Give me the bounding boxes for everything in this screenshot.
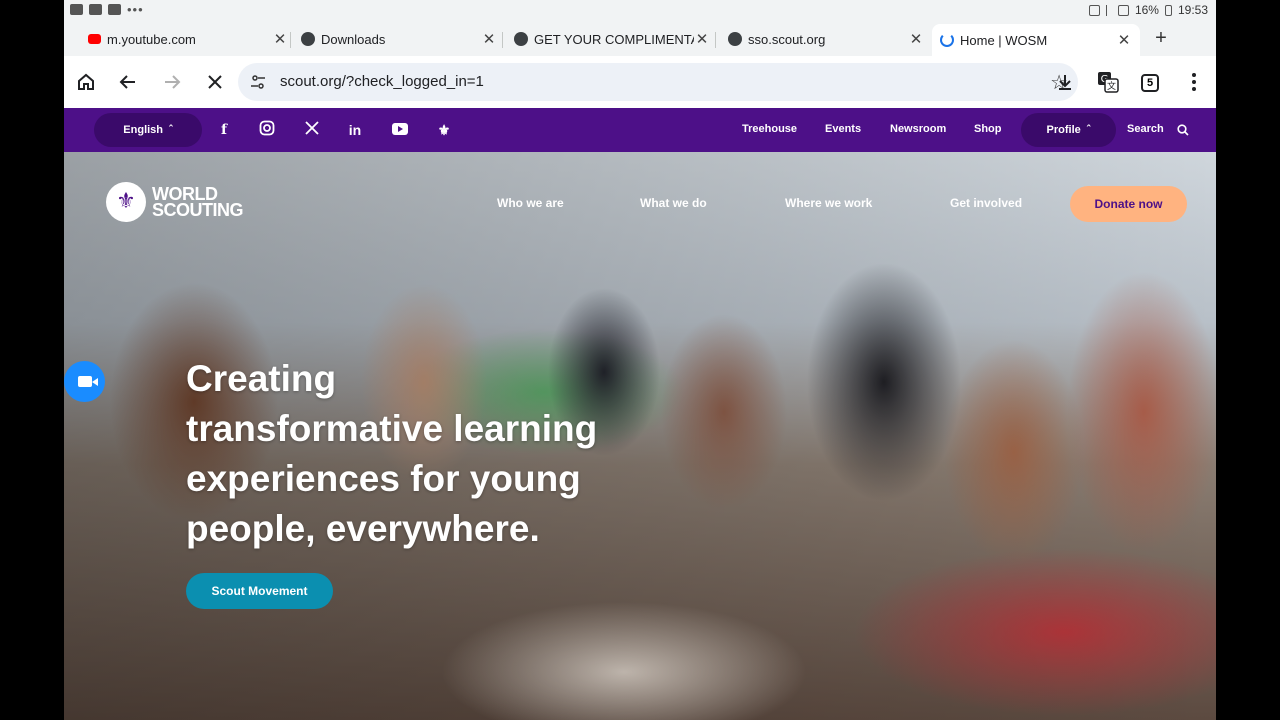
x-twitter-icon[interactable] (302, 120, 322, 140)
home-button[interactable] (74, 70, 98, 94)
translate-button[interactable]: G文 (1096, 70, 1120, 94)
facebook-icon[interactable]: f (214, 120, 234, 140)
chrome-favicon-icon (301, 32, 315, 46)
tab-strip: m.youtube.com ✕ Downloads ✕ GET YOUR COM… (64, 22, 1216, 56)
more-menu-button[interactable] (1182, 70, 1206, 94)
tab-divider (715, 32, 716, 48)
nav-who-we-are[interactable]: Who we are (497, 196, 564, 210)
close-tab-icon[interactable]: ✕ (694, 30, 710, 48)
url-text[interactable]: scout.org/?check_logged_in=1 (280, 73, 484, 90)
tab-sso[interactable]: sso.scout.org ✕ (728, 25, 924, 53)
telegram-notification-icon (89, 4, 102, 15)
back-button[interactable] (116, 70, 140, 94)
back-arrow-icon (119, 75, 135, 89)
browser-toolbar: scout.org/?check_logged_in=1 ☆ G文 5 (64, 56, 1216, 108)
address-bar[interactable]: scout.org/?check_logged_in=1 ☆ (238, 63, 1078, 101)
forward-button[interactable] (160, 70, 184, 94)
tab-title: GET YOUR COMPLIMENTAR (534, 31, 694, 47)
tab-complimentary[interactable]: GET YOUR COMPLIMENTAR ✕ (514, 25, 710, 53)
search-link[interactable]: Search (1127, 123, 1164, 135)
clock: 19:53 (1177, 3, 1208, 17)
link-events[interactable]: Events (825, 123, 861, 135)
wifi-icon (1117, 4, 1129, 16)
scout-movement-button[interactable]: Scout Movement (186, 573, 333, 609)
close-tab-icon[interactable]: ✕ (1116, 31, 1132, 49)
download-icon (1059, 75, 1071, 90)
battery-level: 16% (1134, 3, 1159, 17)
hero-section: ⚜ WORLD SCOUTING Who we are What we do W… (64, 152, 1216, 720)
home-icon (78, 73, 94, 90)
donate-button[interactable]: Donate now (1070, 186, 1187, 222)
nav-where-we-work[interactable]: Where we work (785, 196, 872, 210)
language-selector[interactable]: English ˆ (94, 113, 202, 147)
tab-title: sso.scout.org (748, 31, 826, 47)
fleur-de-lis-icon: ⚜ (106, 182, 146, 222)
search-icon[interactable] (1177, 124, 1189, 136)
close-tab-icon[interactable]: ✕ (908, 30, 924, 48)
link-treehouse[interactable]: Treehouse (742, 123, 797, 135)
download-button[interactable] (1053, 70, 1077, 94)
kebab-menu-icon (1192, 73, 1196, 91)
tab-title: Downloads (321, 31, 386, 47)
battery-icon (1164, 4, 1172, 16)
site-settings-icon[interactable] (250, 74, 266, 90)
tab-downloads[interactable]: Downloads ✕ (301, 25, 497, 53)
instagram-icon[interactable] (257, 120, 277, 140)
headline-line: experiences for young (186, 458, 581, 499)
tab-wosm-active[interactable]: Home | WOSM ✕ (932, 24, 1140, 56)
headline-line: transformative learning (186, 408, 598, 449)
device-screen: ••• 16% 19:53 m.youtube.com ✕ Downloads … (64, 0, 1216, 720)
close-icon (208, 75, 222, 89)
globe-favicon-icon (514, 32, 528, 46)
new-tab-button[interactable]: + (1150, 27, 1172, 49)
site-utility-bar: English ˆ f in ⚜ Treehouse Events Newsro… (64, 108, 1216, 152)
status-bar: ••• 16% 19:53 (64, 0, 1216, 22)
language-label: English (123, 124, 164, 136)
tab-divider (502, 32, 503, 48)
profile-label: Profile (1046, 124, 1081, 136)
close-tab-icon[interactable]: ✕ (272, 30, 288, 48)
tab-youtube[interactable]: m.youtube.com ✕ (88, 25, 288, 53)
forward-arrow-icon (165, 75, 181, 89)
translate-icon: G文 (1098, 72, 1119, 93)
floating-video-call-button[interactable] (64, 361, 105, 402)
link-newsroom[interactable]: Newsroom (890, 123, 946, 135)
notification-icons: ••• (70, 2, 144, 17)
scout-fleur-icon[interactable]: ⚜ (434, 120, 454, 140)
system-indicators: 16% 19:53 (1088, 3, 1208, 17)
more-notifications-icon: ••• (127, 2, 144, 17)
world-scouting-logo[interactable]: ⚜ WORLD SCOUTING (106, 182, 244, 222)
video-call-notification-icon (108, 4, 121, 15)
nav-get-involved[interactable]: Get involved (950, 196, 1022, 210)
video-notification-icon (70, 4, 83, 15)
nav-what-we-do[interactable]: What we do (640, 196, 707, 210)
video-camera-icon (77, 376, 92, 387)
youtube-favicon-icon (88, 34, 101, 44)
profile-menu[interactable]: Profile ˆ (1021, 113, 1116, 147)
chevron-up-icon: ˆ (169, 124, 173, 136)
stop-loading-button[interactable] (203, 70, 227, 94)
youtube-icon[interactable] (390, 120, 410, 140)
tab-divider (290, 32, 291, 48)
link-shop[interactable]: Shop (974, 123, 1002, 135)
svg-text:文: 文 (1107, 80, 1116, 92)
tab-switcher-button[interactable]: 5 (1141, 74, 1159, 92)
headline-line: Creating (186, 358, 337, 399)
logo-wordmark: WORLD SCOUTING (152, 185, 244, 220)
chevron-up-icon: ˆ (1086, 124, 1091, 136)
logo-line-2: SCOUTING (152, 200, 244, 220)
hero-headline: Creating transformative learning experie… (186, 354, 706, 554)
close-tab-icon[interactable]: ✕ (481, 30, 497, 48)
bluetooth-icon (1105, 4, 1112, 16)
cast-icon (1088, 4, 1100, 16)
linkedin-icon[interactable]: in (345, 120, 365, 140)
tab-title: Home | WOSM (960, 32, 1048, 48)
loading-spinner-icon (940, 33, 954, 47)
headline-line: people, everywhere. (186, 508, 540, 549)
globe-favicon-icon (728, 32, 742, 46)
tab-title: m.youtube.com (107, 31, 196, 47)
